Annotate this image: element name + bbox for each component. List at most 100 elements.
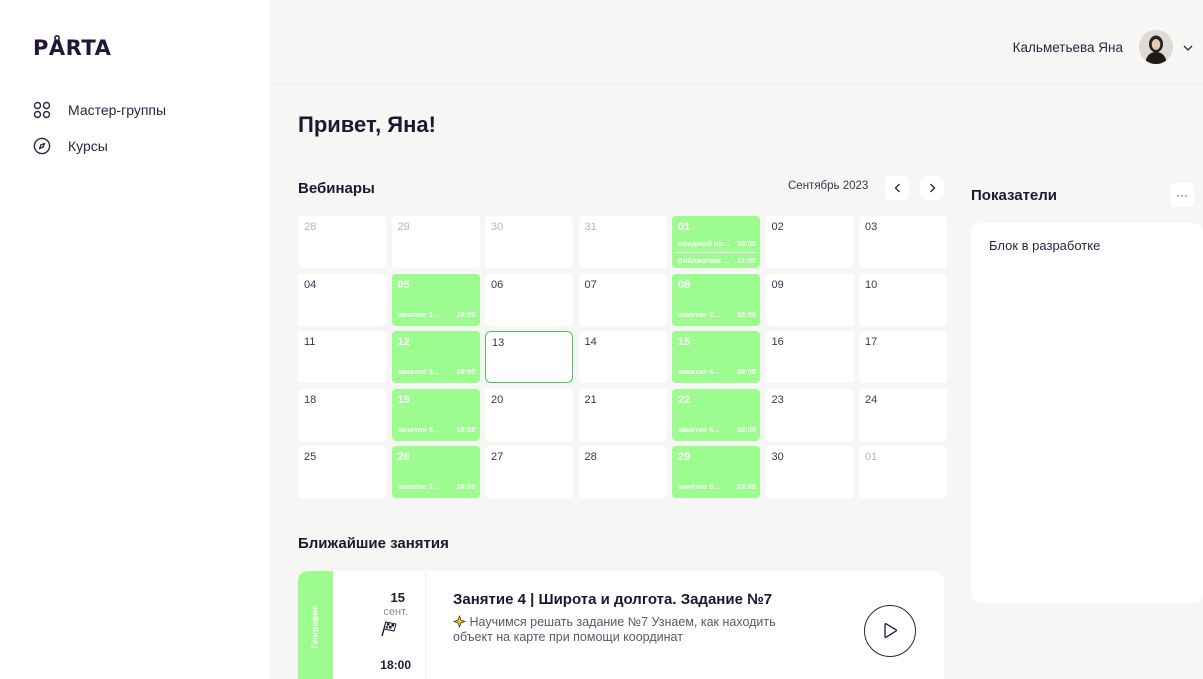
calendar-day-number: 08 [678, 278, 691, 291]
calendar-day[interactable]: 30 [765, 446, 854, 498]
prev-month-button[interactable] [885, 176, 909, 200]
lesson-time: 18:00 [380, 658, 411, 672]
calendar-event[interactable]: занятие 1 ... 18:00 [398, 310, 476, 319]
calendar-day[interactable]: 01 вводный ор... 10:00 библиотека ... 11:00 [672, 216, 760, 268]
calendar-day[interactable]: 28 [298, 216, 386, 268]
page-title: Привет, Яна! [298, 112, 436, 137]
calendar-day[interactable]: 22 занятие 6... 18:00 [672, 388, 760, 441]
app-logo[interactable]: PÅRTA [33, 36, 111, 60]
lesson-card[interactable]: География 15 сент. 18:00 Занятие 4 | Шир… [298, 571, 944, 679]
calendar-day-number: 13 [492, 337, 505, 349]
calendar-day[interactable]: 12 занятие 3... 18:00 [391, 331, 480, 383]
calendar-day-number: 24 [865, 393, 878, 406]
user-name: Кальметьева Яна [1012, 39, 1123, 55]
calendar-day-number: 28 [584, 451, 597, 463]
calendar-day-number: 07 [584, 278, 597, 291]
event-time: 18:00 [736, 367, 756, 376]
calendar-day-number: 20 [491, 393, 504, 406]
calendar-day[interactable]: 18 [298, 388, 386, 441]
calendar-day-number: 18 [304, 393, 317, 406]
calendar-day[interactable]: 06 [485, 273, 573, 326]
calendar-day-number: 09 [771, 278, 784, 291]
indicators-menu-button[interactable]: ··· [1170, 183, 1194, 207]
calendar-day[interactable]: 11 [298, 331, 386, 383]
calendar-day-number: 21 [584, 393, 597, 406]
calendar-day[interactable]: 14 [578, 331, 667, 383]
calendar-day[interactable]: 03 [859, 216, 947, 268]
event-time: 18:00 [456, 367, 476, 376]
calendar-day[interactable]: 16 [765, 331, 854, 383]
lesson-title[interactable]: Занятие 4 | Широта и долгота. Задание №7 [453, 591, 772, 608]
calendar-event[interactable]: занятие 6... 18:00 [678, 425, 756, 434]
calendar-day[interactable]: 21 [578, 388, 667, 441]
calendar-day[interactable]: 10 [859, 273, 947, 326]
event-name: занятие 1 ... [397, 309, 442, 319]
calendar-day-number: 31 [584, 221, 597, 233]
event-time: 11:00 [737, 256, 756, 265]
sidebar-item-master-groups[interactable]: Мастер-группы [33, 100, 166, 120]
chevron-right-icon [929, 183, 935, 193]
event-time: 18:00 [736, 309, 756, 319]
calendar-event[interactable]: занятие 2... 18:00 [678, 310, 756, 319]
calendar-event[interactable]: занятие 8... 18:00 [678, 482, 756, 491]
calendar-day[interactable]: 24 [859, 388, 947, 441]
calendar-day-number: 14 [584, 336, 597, 348]
calendar-day-number: 29 [397, 221, 410, 233]
webinar-calendar: 28 29 30 31 01 вводный ор... 10:00 библиотека .… [298, 216, 947, 498]
calendar-day-number: 05 [397, 278, 410, 291]
calendar-day[interactable]: 20 [485, 388, 573, 441]
calendar-day[interactable]: 30 [485, 216, 573, 268]
calendar-event[interactable]: занятие 3... 18:00 [398, 367, 476, 376]
avatar[interactable] [1139, 30, 1173, 64]
sidebar-item-label: Курсы [68, 138, 108, 154]
calendar-day[interactable]: 19 занятие 5... 18:00 [391, 388, 480, 441]
lesson-day: 15 [390, 590, 405, 605]
calendar-day-number: 15 [678, 336, 691, 348]
calendar-day-number: 12 [397, 336, 410, 348]
calendar-event[interactable]: вводный ор... 10:00 [678, 239, 756, 248]
calendar-day-number: 06 [491, 278, 504, 291]
calendar-day[interactable]: 27 [485, 446, 573, 498]
calendar-day[interactable]: 28 [578, 446, 667, 498]
calendar-event[interactable]: занятие 4... 18:00 [678, 367, 756, 376]
sidebar-item-courses[interactable]: Курсы [33, 136, 166, 156]
event-name: занятие 4... [678, 367, 720, 376]
calendar-day[interactable]: 07 [578, 273, 667, 326]
calendar-day[interactable]: 25 [298, 446, 386, 498]
indicators-placeholder: Блок в разработке [989, 238, 1101, 253]
calendar-day[interactable]: 31 [578, 216, 667, 268]
calendar-day[interactable]: 09 [765, 273, 854, 326]
event-time: 18:00 [736, 482, 756, 491]
lesson-month: сент. [383, 606, 408, 618]
calendar-day-number: 26 [397, 451, 410, 463]
calendar-day[interactable]: 26 занятие 7... 18:00 [391, 446, 480, 498]
event-time: 18:00 [456, 482, 476, 491]
calendar-day[interactable]: 15 занятие 4... 18:00 [672, 331, 760, 383]
lesson-description-text: Научимся решать задание №7 Узнаем, как н… [453, 615, 776, 644]
calendar-day[interactable]: 02 [765, 216, 854, 268]
next-month-button[interactable] [920, 176, 944, 200]
webinars-title: Вебинары [298, 180, 375, 197]
calendar-day[interactable]: 04 [298, 273, 386, 326]
groups-icon [33, 101, 51, 119]
calendar-day[interactable]: 01 [859, 446, 947, 498]
event-time: 18:00 [736, 424, 756, 434]
calendar-day[interactable]: 23 [765, 388, 854, 441]
calendar-event[interactable]: занятие 7... 18:00 [398, 482, 476, 491]
calendar-event[interactable]: библиотека ... 11:00 [678, 256, 756, 265]
calendar-day[interactable]: 08 занятие 2... 18:00 [672, 273, 760, 326]
play-button[interactable] [864, 605, 916, 657]
calendar-day[interactable]: 05 занятие 1 ... 18:00 [391, 273, 480, 326]
event-time: 18:00 [456, 309, 476, 319]
calendar-day[interactable]: 29 занятие 8... 18:00 [672, 446, 760, 498]
calendar-day-number: 03 [865, 221, 878, 233]
calendar-event[interactable]: занятие 5... 18:00 [398, 425, 476, 434]
calendar-day[interactable]: 17 [859, 331, 947, 383]
calendar-day-number: 01 [865, 451, 878, 463]
pushpin-icon [453, 615, 466, 628]
calendar-day-number: 19 [397, 393, 410, 406]
user-menu[interactable]: Кальметьева Яна [1013, 30, 1193, 64]
chevron-down-icon[interactable] [1183, 38, 1193, 56]
calendar-day[interactable]: 29 [391, 216, 480, 268]
calendar-day[interactable]: 13 [485, 331, 573, 383]
